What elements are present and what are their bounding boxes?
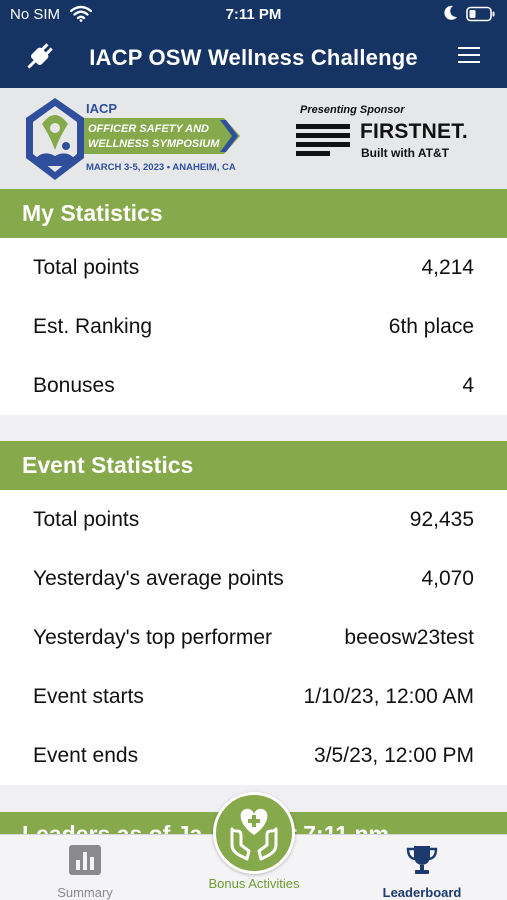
stat-label: Est. Ranking (33, 315, 153, 338)
stat-value: 3/5/23, 12:00 PM (314, 744, 474, 767)
symposium-title-line1: OFFICER SAFETY AND (88, 123, 210, 135)
tab-summary[interactable]: Summary (35, 844, 135, 900)
tab-leaderboard[interactable]: Leaderboard (370, 844, 474, 900)
event-row-average-points: Yesterday's average points 4,070 (0, 549, 507, 608)
bonus-activities-button[interactable] (213, 792, 295, 874)
stat-label: Total points (33, 508, 140, 531)
stat-label: Event ends (33, 744, 139, 767)
stat-label: Yesterday's average points (33, 567, 284, 590)
battery-icon (466, 6, 496, 26)
symposium-date: MARCH 3-5, 2023 • ANAHEIM, CA (86, 162, 236, 173)
stat-row-est-ranking: Est. Ranking 6th place (0, 297, 507, 356)
stat-row-bonuses: Bonuses 4 (0, 356, 507, 415)
stat-label: Yesterday's top performer (33, 626, 273, 649)
event-row-top-performer: Yesterday's top performer beeosw23test (0, 608, 507, 667)
firstnet-logo-icon (296, 122, 350, 163)
stat-label: Total points (33, 256, 140, 279)
event-row-starts: Event starts 1/10/23, 12:00 AM (0, 667, 507, 726)
bar-chart-icon (68, 845, 102, 879)
tab-summary-label: Summary (57, 885, 113, 900)
event-row-total-points: Total points 92,435 (0, 490, 507, 549)
tab-leaderboard-label: Leaderboard (382, 885, 462, 900)
event-row-ends: Event ends 3/5/23, 12:00 PM (0, 726, 507, 785)
stat-value: 92,435 (409, 508, 474, 531)
stat-label: Bonuses (33, 374, 115, 397)
stat-value: 1/10/23, 12:00 AM (303, 685, 474, 708)
stat-value: 4,214 (421, 256, 474, 279)
iacp-label: IACP (86, 101, 118, 116)
symposium-title-line2: WELLNESS SYMPOSIUM (88, 138, 220, 150)
stat-value: beeosw23test (344, 626, 474, 649)
hamburger-menu-icon[interactable] (457, 44, 481, 71)
stat-row-total-points: Total points 4,214 (0, 238, 507, 297)
heart-hands-icon (229, 805, 279, 866)
moon-icon (444, 5, 458, 25)
stat-value: 4 (462, 374, 474, 397)
stat-value: 4,070 (421, 567, 474, 590)
my-statistics-header: My Statistics (0, 189, 507, 238)
tab-bonus-activities[interactable]: Bonus Activities (184, 876, 324, 891)
iacp-symposium-logo-icon (22, 96, 88, 189)
trophy-icon (405, 846, 439, 879)
status-bar: No SIM 7:11 PM (0, 0, 507, 30)
section-divider (0, 415, 507, 441)
sponsor-label: Presenting Sponsor (300, 104, 405, 116)
status-time: 7:11 PM (225, 6, 282, 23)
stat-value: 6th place (388, 315, 474, 338)
sponsor-name: FIRSTNET. (360, 120, 468, 143)
app-title: IACP OSW Wellness Challenge (89, 45, 418, 70)
stat-label: Event starts (33, 685, 144, 708)
top-bar: No SIM 7:11 PM IACP OSW Wellness Challen… (0, 0, 507, 88)
tab-bonus-activities-label: Bonus Activities (208, 876, 300, 891)
event-statistics-header: Event Statistics (0, 441, 507, 490)
sponsor-tagline: Built with AT&T (361, 146, 449, 160)
